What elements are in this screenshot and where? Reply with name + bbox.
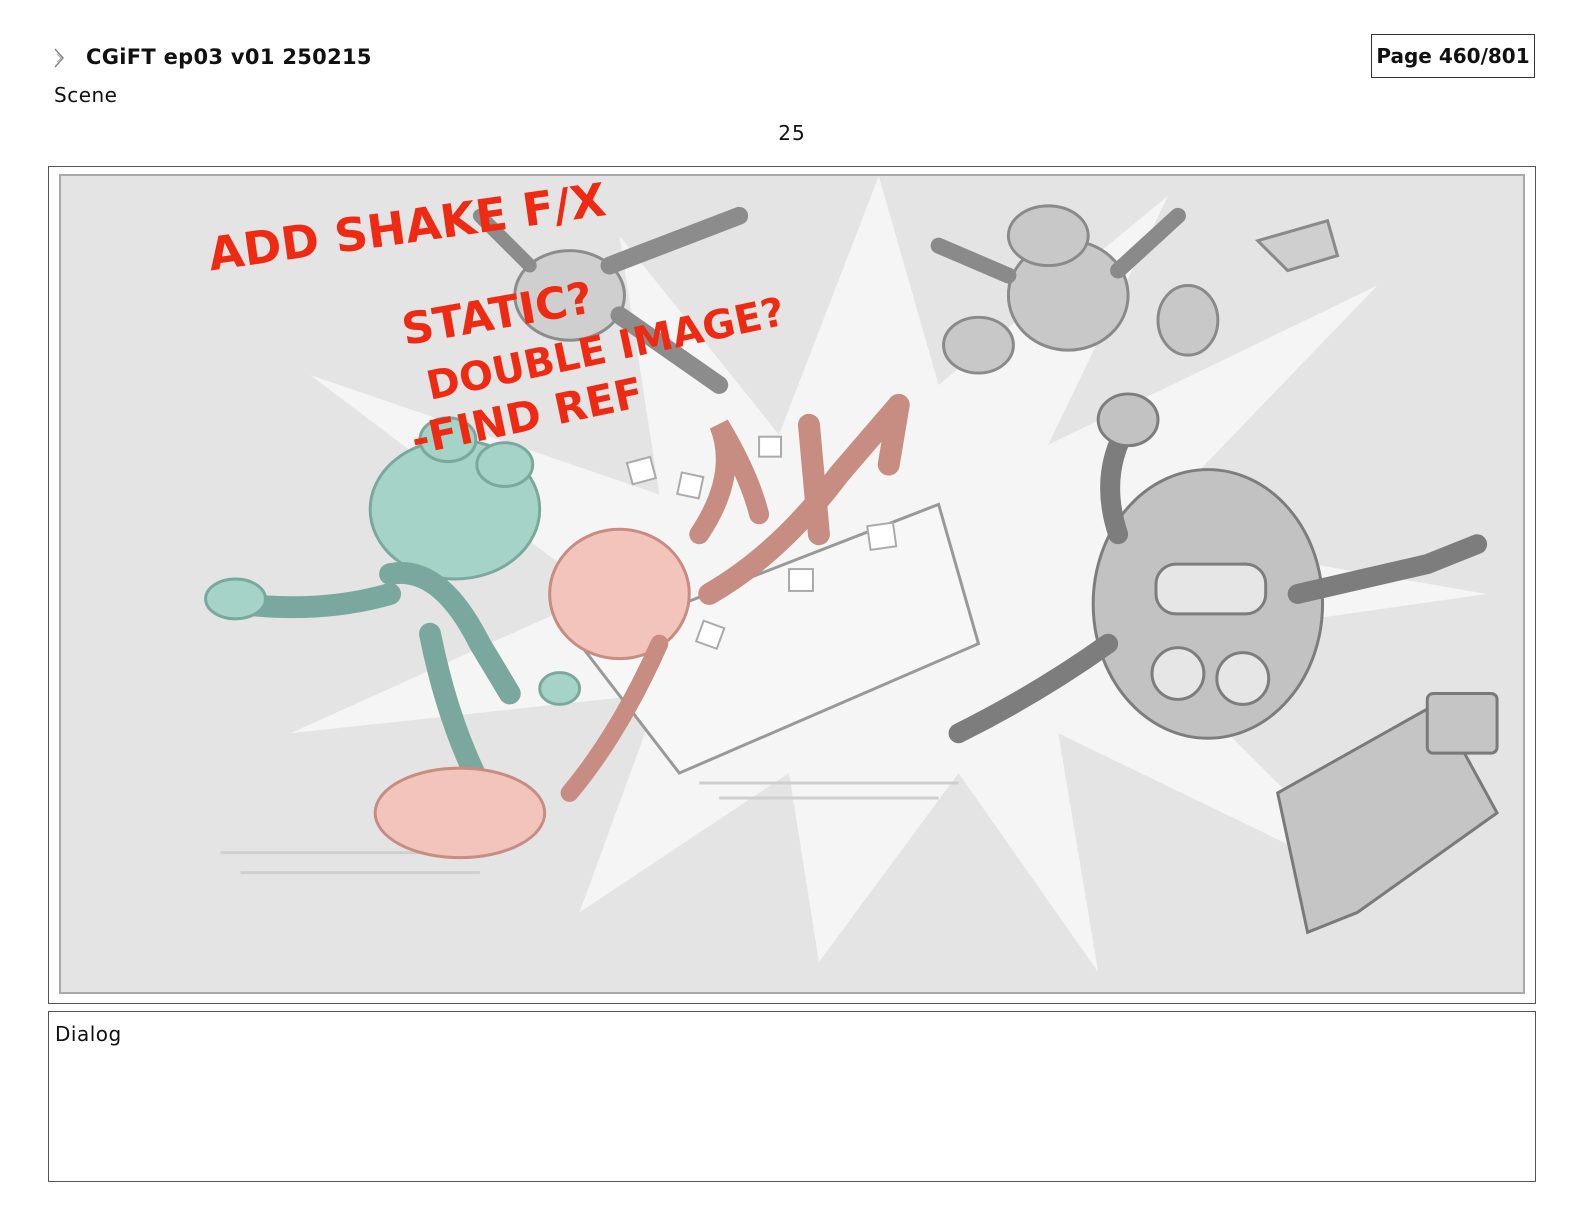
scene-label: Scene [54, 83, 118, 107]
teal-alien-character [204, 416, 582, 814]
gun-sketch [1275, 691, 1500, 935]
small-gun-sketch [1254, 218, 1340, 273]
project-title: CGiFT ep03 v01 250215 [86, 45, 372, 69]
dialog-label: Dialog [55, 1022, 122, 1046]
masked-figure-top-right [930, 204, 1220, 375]
storyboard-drawing: ADD SHAKE F/X STATIC? DOUBLE IMAGE? -FIN… [59, 174, 1525, 994]
page-number-box: Page 460/801 [1371, 34, 1535, 78]
sketch-illustration: ADD SHAKE F/X STATIC? DOUBLE IMAGE? -FIN… [204, 176, 1500, 973]
page-number: Page 460/801 [1376, 44, 1530, 68]
dialog-box: Dialog [48, 1011, 1536, 1182]
storyboard-panel: ADD SHAKE F/X STATIC? DOUBLE IMAGE? -FIN… [48, 166, 1536, 1004]
scene-number: 25 [778, 121, 806, 145]
triangle-marker-icon [54, 48, 65, 68]
